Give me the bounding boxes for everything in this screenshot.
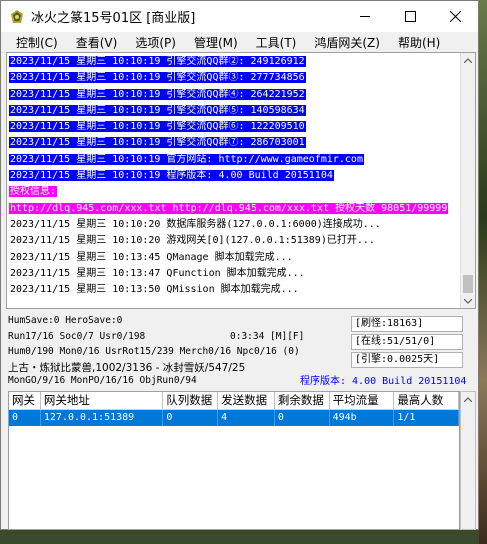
version-text: 程序版本: 4.00 Build 20151104: [300, 376, 467, 387]
log-line-text: 2023/11/15 星期三 10:10:19 引擎交流QQ群③: 277734…: [9, 72, 306, 84]
menu-bar: 控制(C) 查看(V) 选项(P) 管理(M) 工具(T) 鸿盾网关(Z) 帮助…: [1, 32, 478, 53]
cell-max-users: 1/1: [394, 410, 459, 426]
header-address[interactable]: 网关地址: [41, 392, 164, 409]
map-text: 上古・炼狱比蒙兽,1002/3136 - 冰封雪妖/547/25: [8, 362, 246, 374]
menu-view[interactable]: 查看(V): [67, 34, 127, 51]
window-title: 冰火之篆15号01区 [商业版]: [31, 11, 196, 26]
menu-tools[interactable]: 工具(T): [247, 34, 306, 51]
log-line-text: 2023/11/15 星期三 10:10:20 游戏网关[0](127.0.0.…: [10, 235, 375, 247]
table-row[interactable]: 0 127.0.0.1:51389 0 4 0 494b 1/1: [9, 410, 459, 426]
gate-scrollbar[interactable]: [460, 391, 476, 530]
chevron-up-icon: [464, 57, 472, 63]
cell-remaining: 0: [275, 410, 330, 426]
online-box: [在线:51/51/0]: [351, 334, 463, 350]
menu-help[interactable]: 帮助(H): [389, 34, 449, 51]
log-line: 2023/11/15 星期三 10:10:19 引擎交流QQ群④: 264221…: [9, 87, 461, 103]
title-bar[interactable]: 冰火之篆15号01区 [商业版]: [1, 1, 478, 32]
log-line: 2023/11/15 星期三 10:13:47 QFunction 脚本加载完成…: [9, 266, 461, 282]
log-line-text: 2023/11/15 星期三 10:10:19 引擎交流QQ群⑦: 286703…: [9, 137, 306, 149]
log-line-text: 2023/11/15 星期三 10:10:19 引擎交流QQ群⑥: 122209…: [9, 121, 306, 133]
maximize-button[interactable]: [388, 1, 433, 32]
menu-options[interactable]: 选项(P): [126, 34, 185, 51]
engine-box: [引擎:0.0025天]: [351, 352, 463, 368]
log-line-text: 2023/11/15 星期三 10:10:19 引擎交流QQ群⑤: 140598…: [9, 104, 306, 116]
log-line: 授权信息:: [9, 184, 461, 200]
log-line-text: 2023/11/15 星期三 10:10:19 官方网站: http://www…: [9, 153, 364, 165]
log-panel[interactable]: 2023/11/15 星期三 10:10:19 引擎交流QQ群②: 249126…: [6, 52, 476, 309]
gate-scroll-up-arrow[interactable]: [461, 392, 475, 406]
log-line: http://dlq.945.com/xxx.txt http://dlq.94…: [9, 201, 461, 217]
log-line-text: 授权信息:: [9, 186, 58, 198]
cell-queue: 0: [163, 410, 219, 426]
close-button[interactable]: [433, 1, 478, 32]
cell-address: 127.0.0.1:51389: [41, 410, 164, 426]
scroll-thumb[interactable]: [463, 275, 473, 293]
log-lines: 2023/11/15 星期三 10:10:19 引擎交流QQ群②: 249126…: [9, 54, 461, 298]
log-line-text: http://dlq.945.com/xxx.txt http://dlq.94…: [9, 202, 449, 214]
log-line: 2023/11/15 星期三 10:10:19 引擎交流QQ群⑦: 286703…: [9, 135, 461, 151]
log-line: 2023/11/15 星期三 10:10:19 引擎交流QQ群⑥: 122209…: [9, 119, 461, 135]
gate-table[interactable]: 网关 网关地址 队列数据 发送数据 剩余数据 平均流量 最高人数 0 127.0…: [8, 391, 460, 530]
header-max-users[interactable]: 最高人数: [394, 392, 459, 409]
log-line-text: 2023/11/15 星期三 10:13:50 QMission 脚本加载完成.…: [10, 284, 299, 296]
mon-text: MonGO/9/16 MonPO/16/16 ObjRun0/94: [8, 375, 197, 386]
log-line-text: 2023/11/15 星期三 10:13:47 QFunction 脚本加载完成…: [10, 267, 305, 279]
header-queue[interactable]: 队列数据: [163, 392, 219, 409]
log-line: 2023/11/15 星期三 10:10:19 程序版本: 4.00 Build…: [9, 168, 461, 184]
log-line: 2023/11/15 星期三 10:10:19 官方网站: http://www…: [9, 152, 461, 168]
run-text: Run17/16 Soc0/7 Usr0/198: [8, 331, 146, 342]
cell-sent: 4: [218, 410, 275, 426]
header-gate[interactable]: 网关: [9, 392, 41, 409]
maximize-icon: [405, 11, 416, 22]
gate-table-header: 网关 网关地址 队列数据 发送数据 剩余数据 平均流量 最高人数: [9, 392, 459, 410]
cell-avg-traffic: 494b: [330, 410, 395, 426]
log-line: 2023/11/15 星期三 10:10:19 引擎交流QQ群③: 277734…: [9, 70, 461, 86]
minimize-button[interactable]: [343, 1, 388, 32]
log-line-text: 2023/11/15 星期三 10:10:19 引擎交流QQ群④: 264221…: [9, 88, 306, 100]
log-line: 2023/11/15 星期三 10:10:20 数据库服务器(127.0.0.1…: [9, 217, 461, 233]
scroll-up-arrow[interactable]: [461, 53, 475, 67]
log-line: 2023/11/15 星期三 10:13:50 QMission 脚本加载完成.…: [9, 282, 461, 298]
menu-manage[interactable]: 管理(M): [185, 34, 247, 51]
header-sent[interactable]: 发送数据: [218, 392, 275, 409]
chevron-down-icon: [464, 298, 472, 304]
menu-control[interactable]: 控制(C): [7, 34, 67, 51]
hum-text: Hum0/190 Mon0/16 UsrRot15/239 Merch0/16 …: [8, 346, 300, 357]
background-strip-right: [479, 0, 487, 544]
log-line: 2023/11/15 星期三 10:10:19 引擎交流QQ群⑤: 140598…: [9, 103, 461, 119]
close-icon: [450, 11, 461, 22]
scroll-down-arrow[interactable]: [461, 294, 475, 308]
minimize-icon: [360, 16, 370, 17]
log-line-text: 2023/11/15 星期三 10:10:19 程序版本: 4.00 Build…: [9, 170, 334, 182]
log-line-text: 2023/11/15 星期三 10:10:20 数据库服务器(127.0.0.1…: [10, 218, 381, 230]
cell-gate: 0: [9, 410, 41, 426]
hum-save-text: HumSave:0 HeroSave:0: [8, 315, 123, 326]
log-line: 2023/11/15 星期三 10:10:19 引擎交流QQ群②: 249126…: [9, 54, 461, 70]
header-remaining[interactable]: 剩余数据: [275, 392, 330, 409]
log-scrollbar[interactable]: [460, 53, 475, 308]
log-line: 2023/11/15 星期三 10:10:20 游戏网关[0](127.0.0.…: [9, 233, 461, 249]
log-line-text: 2023/11/15 星期三 10:13:45 QManage 脚本加载完成..…: [10, 251, 293, 263]
status-panel: HumSave:0 HeroSave:0 Run17/16 Soc0/7 Usr…: [6, 312, 476, 390]
menu-gateway[interactable]: 鸿盾网关(Z): [305, 34, 389, 51]
chevron-up-icon: [464, 396, 472, 402]
header-avg-traffic[interactable]: 平均流量: [330, 392, 395, 409]
app-icon: [9, 9, 25, 25]
refresh-box: [刷怪:18163]: [351, 316, 463, 332]
log-line-text: 2023/11/15 星期三 10:10:19 引擎交流QQ群②: 249126…: [9, 56, 306, 67]
uptime-text: 0:3:34 [M][F]: [230, 331, 305, 342]
log-line: 2023/11/15 星期三 10:13:45 QManage 脚本加载完成..…: [9, 250, 461, 266]
